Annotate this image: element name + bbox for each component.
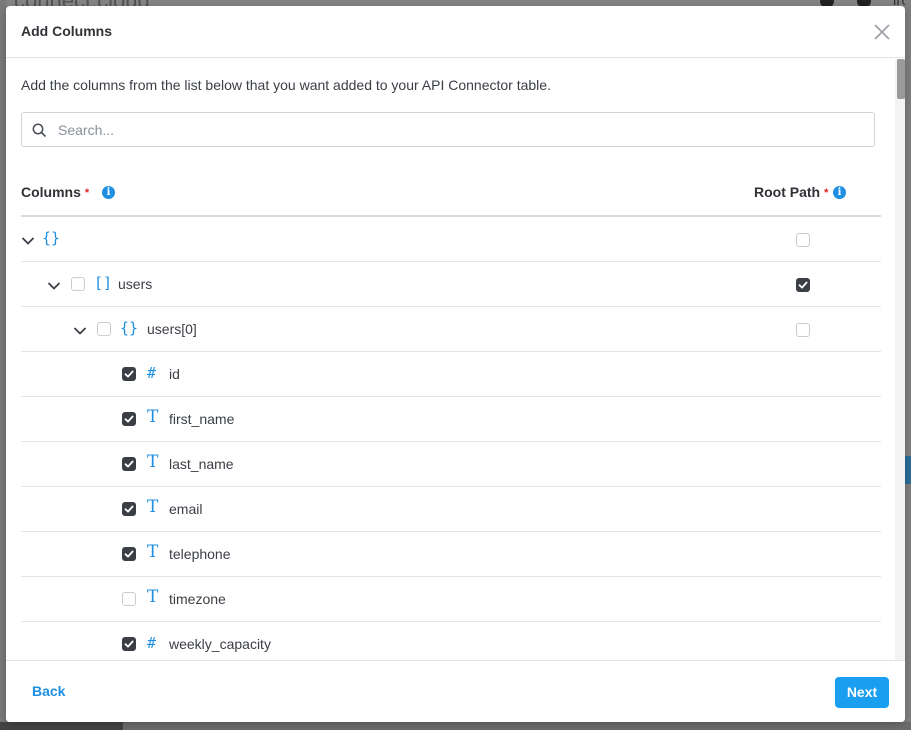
scrollbar-track[interactable]: [895, 59, 905, 660]
text-icon: T: [147, 542, 159, 562]
root-path-info-icon[interactable]: i: [833, 186, 846, 199]
tree-row: Tfirst_name: [21, 397, 881, 442]
tree-row: Ttelephone: [21, 532, 881, 577]
text-icon: T: [147, 452, 159, 472]
chevron-down-icon[interactable]: [47, 278, 61, 290]
tree-row: Temail: [21, 487, 881, 532]
add-columns-modal: Add Columns Add the columns from the lis…: [6, 6, 905, 722]
search-field[interactable]: [21, 112, 875, 147]
column-checkbox[interactable]: [122, 457, 136, 471]
column-checkbox[interactable]: [122, 637, 136, 651]
column-label: last_name: [169, 456, 234, 472]
background-right-strip: [905, 0, 911, 730]
tree-row: Ttimezone: [21, 577, 881, 622]
intro-text: Add the columns from the list below that…: [21, 77, 551, 93]
scrollbar-thumb[interactable]: [897, 59, 905, 99]
column-checkbox[interactable]: [71, 277, 85, 291]
root-path-header-label: Root Path: [754, 184, 821, 200]
modal-title: Add Columns: [21, 23, 112, 39]
array-icon: []: [94, 274, 113, 292]
column-label: telephone: [169, 546, 231, 562]
text-icon: T: [147, 587, 159, 607]
columns-info-icon[interactable]: i: [102, 186, 115, 199]
next-button[interactable]: Next: [835, 677, 889, 708]
text-icon: T: [147, 497, 159, 517]
tree-row: {} users[0]: [21, 307, 881, 352]
tree-row: {}: [21, 217, 881, 262]
tree-row: # id: [21, 352, 881, 397]
close-icon[interactable]: [873, 23, 891, 41]
background-bottom: [0, 722, 911, 730]
back-button[interactable]: Back: [32, 683, 65, 699]
column-checkbox[interactable]: [122, 502, 136, 516]
column-label: users: [118, 276, 153, 292]
text-icon: T: [147, 407, 159, 427]
number-icon: #: [147, 634, 157, 652]
column-label: users[0]: [147, 321, 197, 337]
background-bottom-dark: [0, 722, 123, 730]
background-blue-tab: [905, 456, 911, 484]
column-label: email: [169, 501, 203, 517]
tree-row: [] users: [21, 262, 881, 307]
required-mark: *: [84, 187, 90, 199]
root-path-header: Root Path *: [754, 184, 828, 200]
modal-footer: Back Next: [6, 660, 905, 722]
modal-header: Add Columns: [6, 6, 905, 58]
root-path-checkbox[interactable]: [796, 323, 810, 337]
search-input[interactable]: [58, 113, 858, 146]
root-path-checkbox[interactable]: [796, 233, 810, 247]
column-checkbox[interactable]: [97, 322, 111, 336]
columns-header-label: Columns: [21, 184, 81, 200]
column-checkbox[interactable]: [122, 592, 136, 606]
columns-header: Columns *: [21, 184, 89, 200]
column-label: weekly_capacity: [169, 636, 271, 652]
tree-row: Tlast_name: [21, 442, 881, 487]
object-icon: {}: [120, 319, 139, 337]
modal-body: Add the columns from the list below that…: [6, 59, 905, 660]
object-icon: {}: [42, 229, 61, 247]
root-path-checkbox[interactable]: [796, 278, 810, 292]
column-label: id: [169, 366, 180, 382]
tree-row: # weekly_capacity: [21, 622, 881, 660]
column-checkbox[interactable]: [122, 547, 136, 561]
number-icon: #: [147, 364, 157, 382]
search-icon: [32, 123, 47, 138]
column-label: timezone: [169, 591, 226, 607]
required-mark: *: [824, 187, 829, 199]
column-label: first_name: [169, 411, 235, 427]
column-checkbox[interactable]: [122, 412, 136, 426]
column-checkbox[interactable]: [122, 367, 136, 381]
chevron-down-icon[interactable]: [73, 323, 87, 335]
chevron-down-icon[interactable]: [21, 233, 35, 245]
